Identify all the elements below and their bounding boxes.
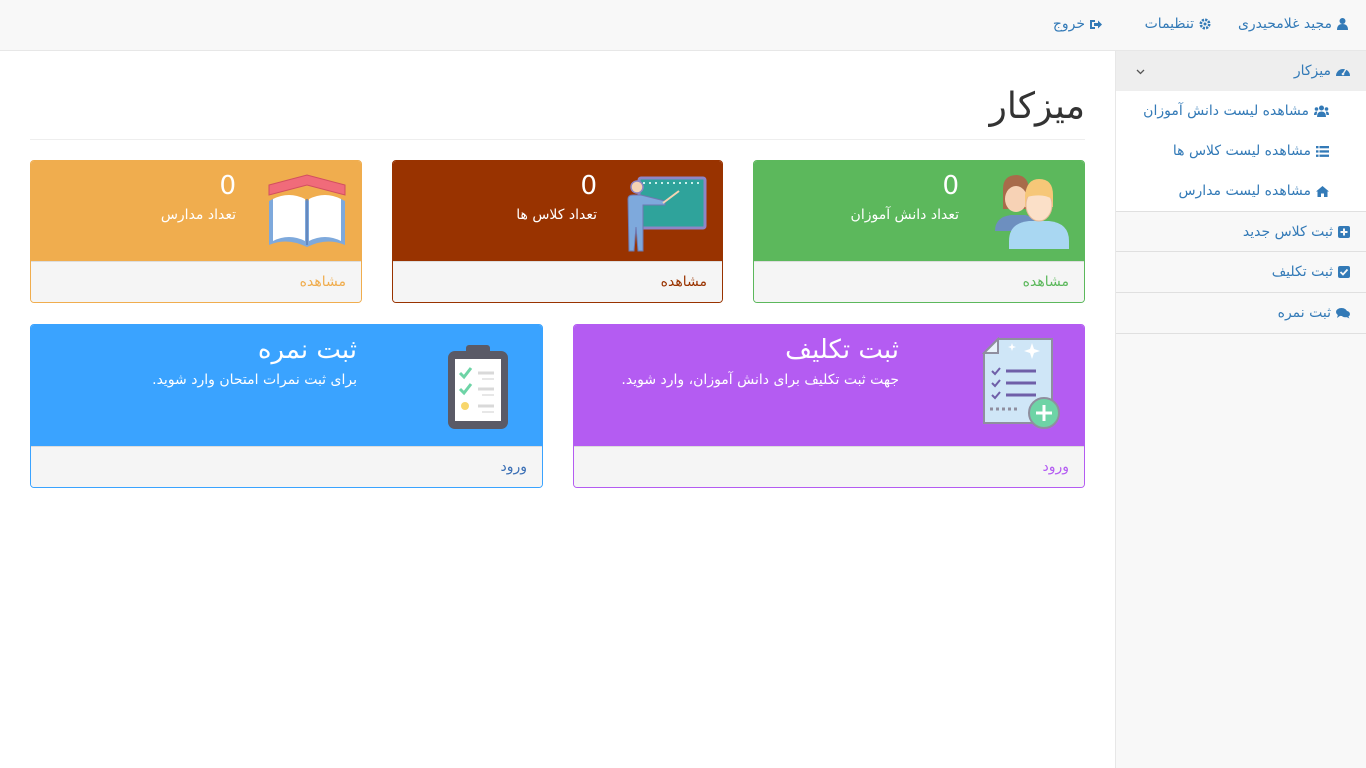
clipboard-checklist-icon	[448, 345, 508, 429]
action-enter-link[interactable]: ورود	[574, 446, 1084, 487]
list-icon	[1316, 145, 1329, 157]
settings-label: تنظیمات	[1144, 16, 1194, 32]
stat-panel-heading: 0 تعداد دانش آموزان	[754, 161, 1084, 263]
user-icon	[1337, 18, 1348, 30]
comments-icon	[1336, 307, 1350, 318]
sidebar-item-dashboard[interactable]: میزکار	[1116, 51, 1366, 92]
logout-link[interactable]: خروج	[1053, 0, 1102, 50]
title-divider	[30, 139, 1085, 140]
stat-value: 0	[580, 171, 597, 201]
user-name: مجید غلامحیدری	[1237, 16, 1332, 32]
stat-panel-students: 0 تعداد دانش آموزان مشاهده	[753, 160, 1085, 303]
stat-panel-heading: 0 تعداد مدارس	[31, 161, 361, 263]
plus-square-icon	[1338, 226, 1350, 238]
sidebar: میزکار مشاهده لیست دانش آموزان مشاهده لی…	[1115, 51, 1366, 768]
book-icon	[268, 174, 346, 247]
stat-value: 0	[942, 171, 959, 201]
chevron-down-icon[interactable]	[1131, 51, 1145, 92]
stat-label: تعداد مدارس	[160, 207, 236, 223]
stat-label: تعداد دانش آموزان	[850, 207, 959, 223]
sign-out-icon	[1090, 19, 1102, 29]
stat-view-link[interactable]: مشاهده	[393, 261, 722, 302]
action-title: ثبت تکلیف	[785, 335, 899, 365]
sidebar-sub-item-students[interactable]: مشاهده لیست دانش آموزان	[1116, 91, 1366, 131]
sidebar-item-label: ثبت نمره	[1277, 305, 1331, 321]
users-icon	[1314, 105, 1329, 117]
add-document-icon	[982, 337, 1060, 429]
action-enter-link[interactable]: ورود	[31, 446, 542, 487]
students-icon	[995, 175, 1069, 249]
check-square-icon	[1338, 266, 1350, 278]
sidebar-item-assignment[interactable]: ثبت تکلیف	[1116, 252, 1366, 293]
sidebar-sub-item-label: مشاهده لیست کلاس ها	[1172, 143, 1311, 159]
page-title: میزکار	[989, 86, 1085, 127]
stat-view-link[interactable]: مشاهده	[31, 261, 361, 302]
action-title: ثبت نمره	[257, 335, 357, 365]
action-subtitle: برای ثبت نمرات امتحان وارد شوید.	[152, 372, 357, 388]
action-panel-heading: ثبت نمره برای ثبت نمرات امتحان وارد شوید…	[31, 325, 542, 447]
teacher-board-icon	[627, 176, 707, 252]
stat-panel-classes: 0 تعداد کلاس ها مشاهده	[392, 160, 723, 303]
sidebar-item-grades[interactable]: ثبت نمره	[1116, 293, 1366, 334]
gear-icon	[1199, 18, 1211, 30]
action-subtitle: جهت ثبت تکلیف برای دانش آموزان، وارد شوی…	[621, 372, 899, 388]
stat-panel-schools: 0 تعداد مدارس مشاهده	[30, 160, 362, 303]
sidebar-sub-item-label: مشاهده لیست دانش آموزان	[1143, 103, 1309, 119]
sidebar-item-label: ثبت کلاس جدید	[1242, 224, 1333, 240]
sidebar-item-new-class[interactable]: ثبت کلاس جدید	[1116, 211, 1366, 252]
stat-view-link[interactable]: مشاهده	[754, 261, 1084, 302]
top-navbar: مجید غلامحیدری تنظیمات خروج	[0, 0, 1366, 51]
stat-value: 0	[219, 171, 236, 201]
settings-link[interactable]: تنظیمات	[1145, 0, 1211, 50]
sidebar-sub-item-schools[interactable]: مشاهده لیست مدارس	[1116, 171, 1366, 211]
stat-label: تعداد کلاس ها	[516, 207, 597, 223]
action-panel-assignment: ثبت تکلیف جهت ثبت تکلیف برای دانش آموزان…	[573, 324, 1085, 488]
dashboard-icon	[1336, 68, 1350, 76]
sidebar-item-label: میزکار	[1293, 63, 1331, 79]
sidebar-item-label: ثبت تکلیف	[1271, 264, 1333, 280]
action-panel-heading: ثبت تکلیف جهت ثبت تکلیف برای دانش آموزان…	[574, 325, 1084, 447]
stat-panel-heading: 0 تعداد کلاس ها	[393, 161, 722, 263]
logout-label: خروج	[1052, 16, 1085, 32]
sidebar-sub-item-label: مشاهده لیست مدارس	[1178, 183, 1311, 199]
sidebar-sub-item-classes[interactable]: مشاهده لیست کلاس ها	[1116, 131, 1366, 171]
user-menu-link[interactable]: مجید غلامحیدری	[1238, 0, 1348, 50]
action-panel-grades: ثبت نمره برای ثبت نمرات امتحان وارد شوید…	[30, 324, 543, 488]
home-icon	[1316, 185, 1329, 197]
